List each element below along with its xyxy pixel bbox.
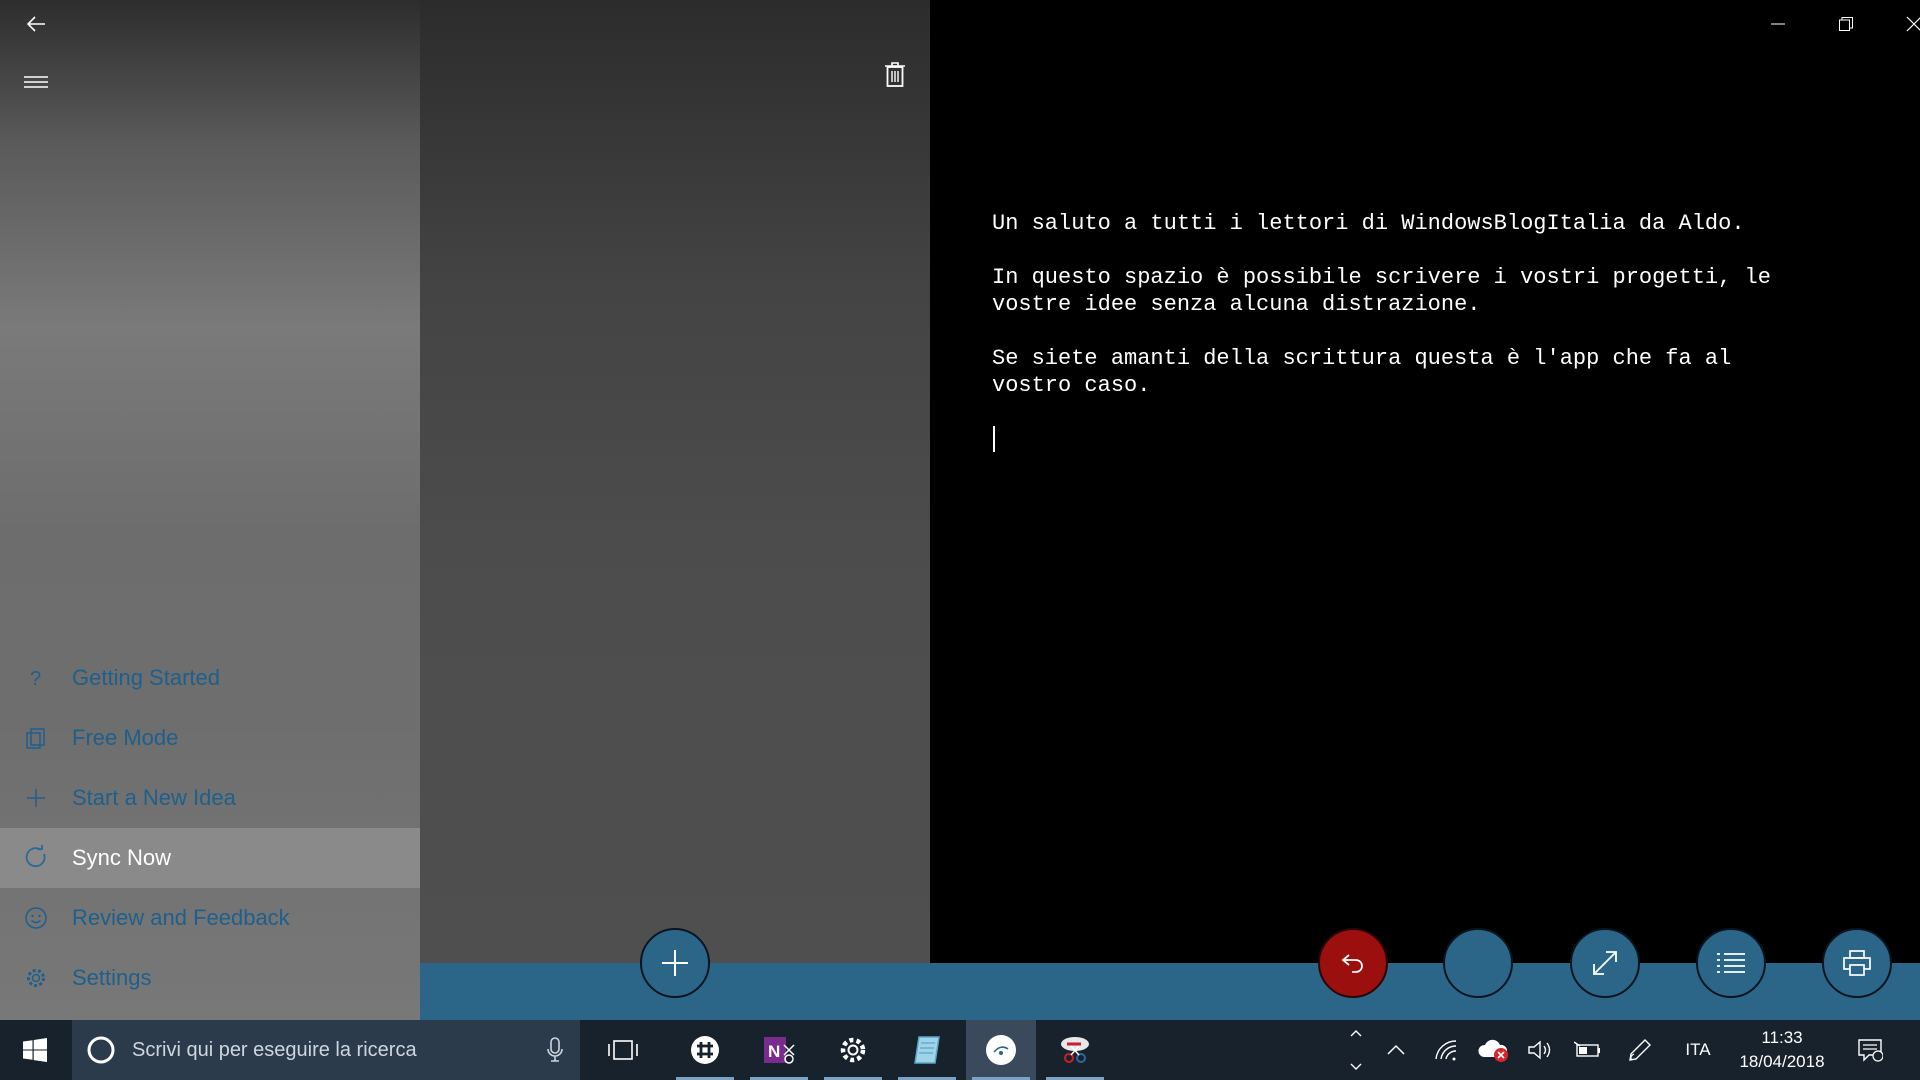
- hamburger-menu-button[interactable]: [14, 60, 58, 104]
- nav-item-free-mode[interactable]: Free Mode: [0, 708, 420, 768]
- windows-logo-icon: [23, 1038, 47, 1062]
- nav-item-sync-now[interactable]: Sync Now: [0, 828, 420, 888]
- start-button[interactable]: [0, 1020, 70, 1080]
- taskbar-app-notes[interactable]: [892, 1020, 962, 1080]
- minimize-button[interactable]: [1744, 0, 1812, 48]
- pen-workspace-button[interactable]: [1620, 1020, 1660, 1080]
- nav-item-start-new-idea[interactable]: Start a New Idea: [0, 768, 420, 828]
- editor-paragraph: In questo spazio è possibile scrivere i …: [992, 265, 1771, 317]
- nav-label: Settings: [72, 965, 152, 990]
- speaker-icon: [1528, 1040, 1551, 1060]
- nav-item-settings[interactable]: Settings: [0, 948, 420, 1008]
- expand-icon: [1593, 951, 1617, 975]
- app-logo-icon: [986, 1035, 1016, 1065]
- printer-icon: [1843, 950, 1871, 976]
- undo-button[interactable]: [1318, 928, 1388, 998]
- show-hidden-icons-button[interactable]: [1380, 1020, 1412, 1080]
- scroll-up-down-icon: [1350, 1030, 1362, 1070]
- undo-icon: [1341, 954, 1363, 973]
- print-button[interactable]: [1822, 928, 1892, 998]
- plus-icon: [662, 950, 688, 976]
- notes-list-pane: [420, 0, 930, 963]
- action-center-button[interactable]: [1850, 1020, 1890, 1080]
- editor-text-area[interactable]: Un saluto a tutti i lettori di WindowsBl…: [992, 210, 1872, 452]
- plus-icon: [27, 789, 45, 807]
- volume-button[interactable]: [1520, 1020, 1560, 1080]
- text-caret: [993, 426, 995, 452]
- nav-label: Sync Now: [72, 845, 172, 870]
- list-icon: [1717, 953, 1745, 973]
- battery-charging-icon: [1574, 1041, 1600, 1057]
- language-indicator: ITA: [1685, 1040, 1711, 1059]
- onenote-icon: N: [764, 1037, 795, 1064]
- snipping-tool-icon: [1061, 1037, 1089, 1063]
- restore-icon: [1839, 17, 1853, 31]
- onedrive-status-button[interactable]: [1474, 1020, 1514, 1080]
- pen-icon: [1629, 1039, 1651, 1061]
- list-view-button[interactable]: [1696, 928, 1766, 998]
- nav-label: Review and Feedback: [72, 905, 290, 930]
- search-placeholder: Scrivi qui per eseguire la ricerca: [132, 1038, 417, 1061]
- search-input[interactable]: Scrivi qui per eseguire la ricerca: [72, 1020, 580, 1080]
- clock-date: 18/04/2018: [1739, 1052, 1825, 1071]
- nav-label: Getting Started: [72, 665, 220, 690]
- taskbar-scroll-buttons[interactable]: [1344, 1020, 1368, 1080]
- taskbar-app-settings[interactable]: [818, 1020, 888, 1080]
- add-note-button[interactable]: [640, 928, 710, 998]
- gear-icon: [27, 969, 45, 987]
- task-view-button[interactable]: [590, 1020, 656, 1080]
- editor-paragraph: Un saluto a tutti i lettori di WindowsBl…: [992, 211, 1745, 236]
- navigation-pane: ? Getting Started Free Mode Start a New …: [0, 0, 420, 1020]
- back-arrow-icon: [26, 16, 45, 32]
- svg-text:N: N: [768, 1042, 780, 1061]
- close-icon: [1906, 16, 1920, 32]
- gear-icon: [840, 1037, 866, 1063]
- fullscreen-button[interactable]: [1570, 928, 1640, 998]
- close-button[interactable]: [1880, 0, 1920, 48]
- nav-label: Start a New Idea: [72, 785, 236, 810]
- task-view-icon: [608, 1040, 638, 1060]
- input-language-button[interactable]: ITA: [1670, 1020, 1726, 1080]
- taskbar-app-active-writer[interactable]: [966, 1020, 1036, 1080]
- taskbar-app-onenote[interactable]: N: [744, 1020, 814, 1080]
- svg-text:?: ?: [30, 668, 41, 690]
- smiley-icon: [25, 907, 47, 929]
- editor-paragraph: Se siete amanti della scrittura questa è…: [992, 346, 1732, 398]
- clock-time: 11:33: [1761, 1028, 1803, 1047]
- nav-item-getting-started[interactable]: ? Getting Started: [0, 648, 420, 708]
- windows-taskbar: Scrivi qui per eseguire la ricerca N ITA…: [0, 1020, 1920, 1080]
- nav-label: Free Mode: [72, 725, 179, 750]
- restore-button[interactable]: [1812, 0, 1880, 48]
- taskbar-app-slack[interactable]: [670, 1020, 740, 1080]
- chevron-up-icon: [1387, 1044, 1405, 1055]
- taskbar-app-snipping[interactable]: [1040, 1020, 1110, 1080]
- slack-icon: [691, 1036, 719, 1064]
- wifi-button[interactable]: [1426, 1020, 1466, 1080]
- cortana-icon: [87, 1036, 115, 1064]
- clock-button[interactable]: 11:33 18/04/2018: [1730, 1020, 1834, 1080]
- copy-icon: [26, 728, 45, 749]
- notification-icon: [1858, 1039, 1883, 1062]
- cloud-error-icon: [1478, 1039, 1508, 1062]
- minimize-icon: [1771, 23, 1785, 25]
- editor-pane: Un saluto a tutti i lettori di WindowsBl…: [930, 0, 1920, 963]
- notepad-icon: [914, 1036, 940, 1064]
- sync-icon: [25, 845, 46, 868]
- trash-icon: [885, 62, 905, 87]
- battery-button[interactable]: [1568, 1020, 1608, 1080]
- delete-button[interactable]: [875, 55, 915, 95]
- back-button[interactable]: [14, 2, 58, 46]
- question-icon: ?: [30, 668, 41, 690]
- hamburger-icon: [24, 76, 48, 88]
- nav-item-review-feedback[interactable]: Review and Feedback: [0, 888, 420, 948]
- blank-action-button[interactable]: [1443, 928, 1513, 998]
- microphone-icon[interactable]: [546, 1037, 564, 1063]
- wifi-icon: [1435, 1040, 1457, 1061]
